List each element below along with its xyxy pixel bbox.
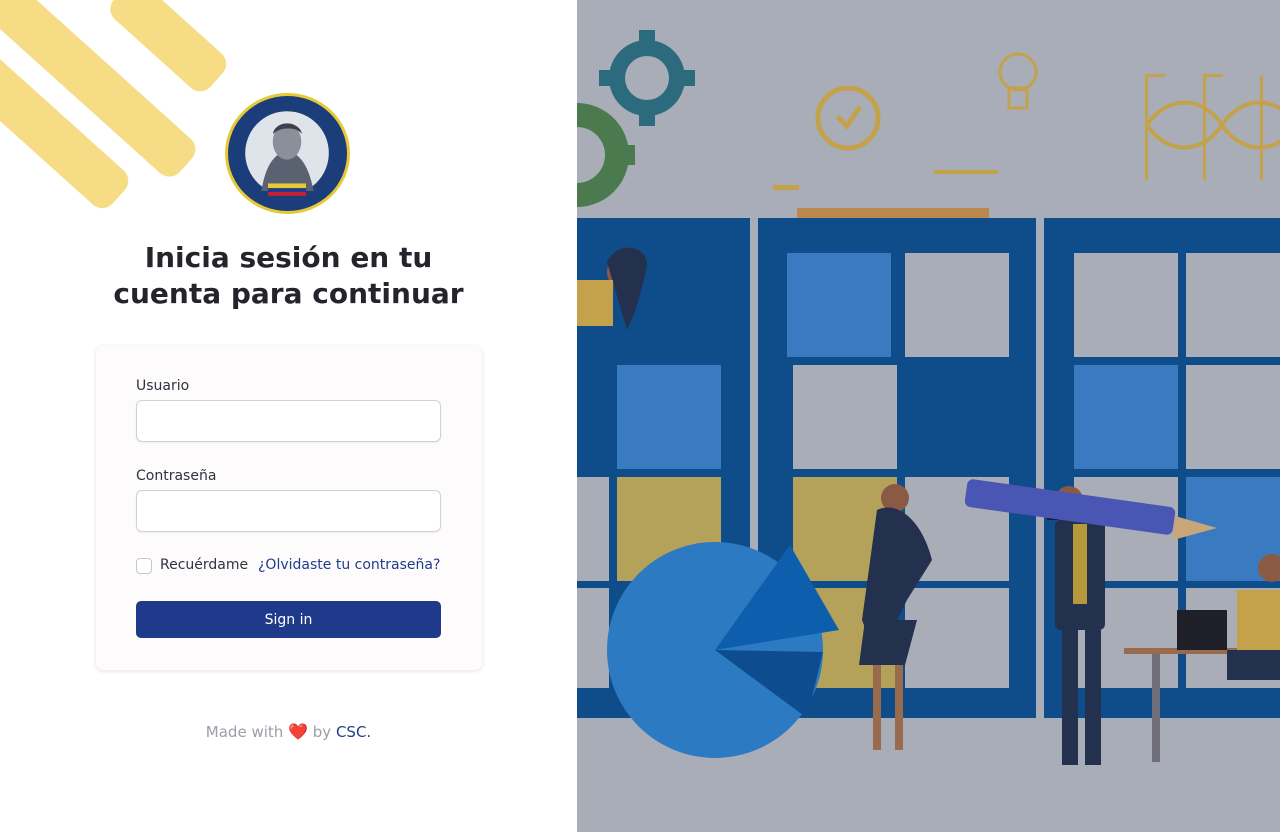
username-label: Usuario bbox=[136, 378, 190, 394]
team-illustration bbox=[577, 0, 1280, 832]
password-field[interactable] bbox=[136, 490, 441, 532]
password-label: Contraseña bbox=[136, 468, 217, 484]
page-title: Inicia sesión en tu cuenta para continua… bbox=[0, 240, 577, 312]
footer-made-with: Made with bbox=[205, 723, 284, 741]
remember-checkbox[interactable] bbox=[136, 558, 152, 574]
sign-in-button[interactable]: Sign in bbox=[136, 601, 441, 638]
login-panel: Inicia sesión en tu cuenta para continua… bbox=[0, 0, 577, 832]
title-line-2: cuenta para continuar bbox=[113, 277, 464, 310]
illustration-panel bbox=[577, 0, 1280, 832]
footer-author-link[interactable]: CSC. bbox=[336, 723, 371, 741]
username-field[interactable] bbox=[136, 400, 441, 442]
forgot-password-link[interactable]: ¿Olvidaste tu contraseña? bbox=[258, 557, 440, 573]
heart-icon: ❤️ bbox=[288, 722, 308, 741]
login-form: Usuario Contraseña Recuérdame ¿Olvidaste… bbox=[96, 346, 482, 670]
remember-label: Recuérdame bbox=[160, 557, 249, 573]
footer-by: by bbox=[312, 723, 332, 741]
footer: Made with ❤️ by CSC. bbox=[0, 722, 577, 741]
title-line-1: Inicia sesión en tu bbox=[144, 241, 433, 274]
university-logo bbox=[225, 93, 350, 214]
